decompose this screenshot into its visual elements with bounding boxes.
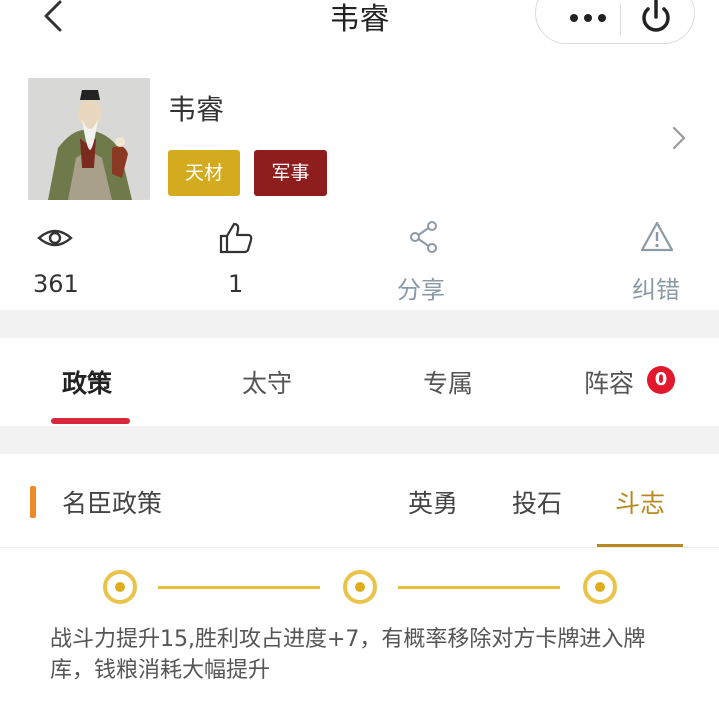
sub-tab-valor[interactable]: 英勇 (408, 484, 458, 520)
section-gap (0, 310, 719, 338)
active-tab-indicator (51, 418, 130, 424)
power-icon[interactable] (636, 0, 676, 37)
level-node-3[interactable] (583, 570, 617, 604)
tab-exclusive[interactable]: 专属 (423, 364, 473, 400)
chevron-right-icon[interactable] (668, 126, 692, 150)
more-dots-icon[interactable] (564, 3, 612, 33)
share-button[interactable]: 分享 (397, 218, 477, 310)
sub-tab-morale[interactable]: 斗志 (615, 484, 665, 520)
level-node-1[interactable] (103, 570, 137, 604)
warning-icon (640, 221, 674, 252)
mini-program-capsule (535, 0, 695, 44)
tab-policy[interactable]: 政策 (62, 364, 112, 400)
likes-count: 1 (228, 270, 244, 298)
tag-talent: 天材 (168, 150, 240, 196)
section-marker (30, 486, 36, 518)
share-icon (410, 221, 437, 253)
capsule-divider (620, 3, 621, 35)
report-button[interactable]: 纠错 (632, 218, 712, 310)
policy-title: 名臣政策 (62, 489, 163, 518)
share-label: 分享 (397, 276, 445, 304)
general-name: 韦睿 (168, 93, 225, 126)
policy-description: 战斗力提升15,胜利攻占进度+7，有概率移除对方卡牌进入牌库，钱粮消耗大幅提升 (50, 627, 646, 683)
stats-row: 361 1 分享 纠错 (0, 218, 719, 310)
section-gap (0, 426, 719, 454)
likes-stat[interactable]: 1 (218, 218, 298, 310)
level-connector (398, 586, 560, 589)
level-connector (158, 586, 320, 589)
policy-level-track (0, 564, 719, 612)
main-tabs: 政策 太守 专属 阵容 0 (0, 338, 719, 426)
sub-tab-catapult[interactable]: 投石 (512, 484, 562, 520)
policy-section: 名臣政策 英勇 投石 斗志 战斗力提升15,胜利攻占进度+7，有概率移除对方卡牌… (0, 454, 719, 724)
views-count: 361 (33, 270, 79, 298)
profile-header[interactable]: 韦睿 天材 军事 (0, 70, 719, 210)
report-label: 纠错 (632, 276, 680, 304)
thumbs-up-icon[interactable] (218, 220, 254, 256)
level-node-2[interactable] (343, 570, 377, 604)
divider (0, 547, 719, 548)
tab-governor[interactable]: 太守 (242, 364, 292, 400)
eye-icon (37, 229, 73, 247)
views-stat: 361 (33, 218, 113, 310)
portrait-image (28, 78, 150, 200)
avatar (28, 78, 150, 200)
tag-military: 军事 (254, 150, 327, 196)
lineup-count-badge: 0 (647, 366, 675, 394)
top-nav-bar: 韦睿 (0, 0, 719, 60)
tab-lineup[interactable]: 阵容 (584, 364, 634, 400)
